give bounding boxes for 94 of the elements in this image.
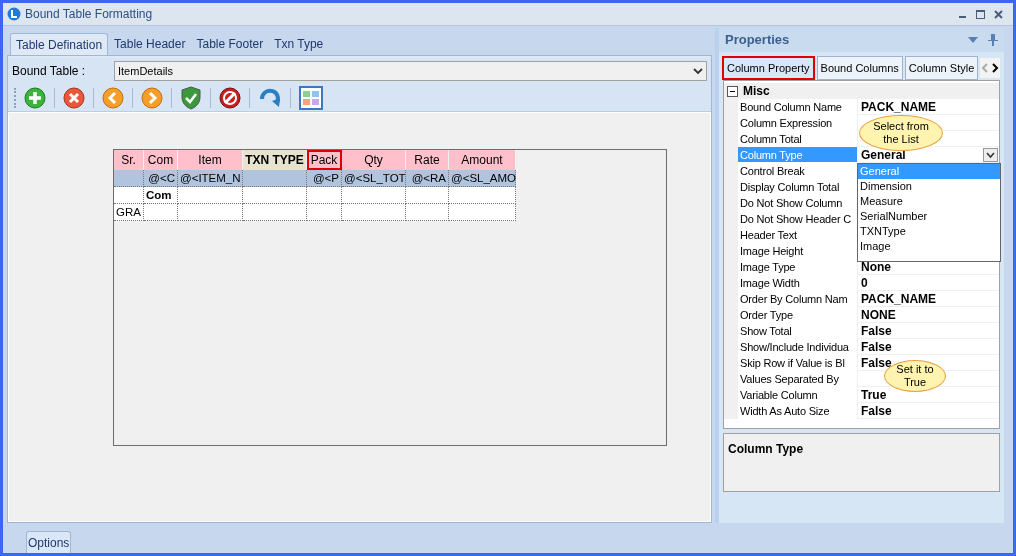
property-value: None xyxy=(860,258,891,276)
app-logo-icon xyxy=(7,7,21,21)
table-cell xyxy=(307,204,342,221)
table-cell: @<SL_AMO xyxy=(449,170,516,187)
tab[interactable]: Table Header xyxy=(109,33,191,55)
column-header[interactable]: Amount xyxy=(449,150,516,170)
property-value: NONE xyxy=(860,306,896,324)
table-cell xyxy=(178,204,243,221)
property-name[interactable]: Image Height xyxy=(738,243,857,259)
property-name[interactable]: Control Break xyxy=(738,163,857,179)
property-value: PACK_NAME xyxy=(860,290,937,308)
dropdown-option[interactable]: Image xyxy=(858,239,1000,254)
property-name[interactable]: Values Separated By xyxy=(738,371,857,387)
property-value: PACK_NAME xyxy=(860,98,937,116)
description-title: Column Type xyxy=(728,442,804,456)
table-cell: @<ITEM_N xyxy=(178,170,243,187)
column-header[interactable]: Sr. xyxy=(114,150,144,170)
property-value: False xyxy=(860,338,892,356)
column-header[interactable]: Rate xyxy=(406,150,449,170)
dropdown-option[interactable]: TXNType xyxy=(858,224,1000,239)
column-header[interactable]: Item xyxy=(178,150,243,170)
property-name[interactable]: Bound Column Name xyxy=(738,99,857,115)
table-cell xyxy=(243,204,307,221)
bound-table-select[interactable]: ItemDetails xyxy=(114,61,707,81)
column-header[interactable]: Com xyxy=(144,150,178,170)
property-name[interactable]: Order By Column Nam xyxy=(738,291,857,307)
table-cell xyxy=(342,204,406,221)
delete-icon[interactable] xyxy=(63,86,85,109)
table-cell: @<SL_TOT xyxy=(342,170,406,187)
panel-tab[interactable]: Bound Columns xyxy=(816,56,903,80)
field-label: Bound Table : xyxy=(12,63,87,80)
table-cell: Com xyxy=(144,187,178,204)
dropdown-button-icon[interactable] xyxy=(983,147,998,162)
category-label: Misc xyxy=(743,83,770,100)
refresh-icon[interactable] xyxy=(258,86,282,109)
property-name[interactable]: Show Total xyxy=(738,323,857,339)
property-name[interactable]: Show/Include Individua xyxy=(738,339,857,355)
dropdown-option[interactable]: SerialNumber xyxy=(858,209,1000,224)
property-value: False xyxy=(860,322,892,340)
shield-check-icon[interactable] xyxy=(180,85,202,110)
table-cell xyxy=(243,170,307,187)
panel-title: Properties xyxy=(725,31,790,50)
maximize-icon[interactable] xyxy=(976,9,985,19)
table-cell xyxy=(406,187,449,204)
property-value: 0 xyxy=(860,274,868,292)
dropdown-arrow-icon[interactable] xyxy=(968,37,978,43)
table-cell: GRA xyxy=(114,204,144,221)
property-name[interactable]: Column Total xyxy=(738,131,857,147)
property-name[interactable]: Order Type xyxy=(738,307,857,323)
arrow-left-icon[interactable] xyxy=(102,86,124,109)
table-cell xyxy=(178,187,243,204)
cancel-icon[interactable] xyxy=(219,86,241,109)
table-cell xyxy=(144,204,178,221)
panel-tab[interactable]: Column Style xyxy=(904,56,979,80)
table-cell xyxy=(406,204,449,221)
column-header[interactable]: TXN TYPE xyxy=(243,150,307,170)
property-name[interactable]: Header Text xyxy=(738,227,857,243)
property-value: False xyxy=(860,402,892,420)
property-name[interactable]: Do Not Show Column xyxy=(738,195,857,211)
table-cell: @<C xyxy=(144,170,178,187)
table-cell: @<RA xyxy=(406,170,449,187)
dropdown-option[interactable]: Dimension xyxy=(858,179,1000,194)
column-header[interactable]: Qty xyxy=(342,150,406,170)
chevron-right-icon[interactable] xyxy=(990,62,1001,74)
table-cell xyxy=(449,187,516,204)
tab[interactable]: Table Defination xyxy=(10,33,109,55)
dropdown-option[interactable]: Measure xyxy=(858,194,1000,209)
table-cell xyxy=(307,187,342,204)
property-name[interactable]: Column Expression xyxy=(738,115,857,131)
table-cell: @<P xyxy=(307,170,342,187)
table-cell xyxy=(342,187,406,204)
window-title: Bound Table Formatting xyxy=(25,6,153,23)
options-tab[interactable]: Options xyxy=(26,531,72,553)
property-name[interactable]: Skip Row if Value is Bl xyxy=(738,355,857,371)
add-icon[interactable] xyxy=(24,86,46,109)
close-icon[interactable] xyxy=(994,9,1003,19)
layout-icon[interactable] xyxy=(299,85,323,110)
property-name[interactable]: Width As Auto Size xyxy=(738,403,857,419)
arrow-right-icon[interactable] xyxy=(141,86,163,109)
table-cell xyxy=(449,204,516,221)
collapse-icon[interactable] xyxy=(727,85,738,97)
table-cell xyxy=(243,187,307,204)
panel-tab[interactable]: Column Property xyxy=(722,56,815,80)
property-value: True xyxy=(860,386,887,404)
pin-icon[interactable] xyxy=(988,34,998,46)
column-header[interactable]: Pack xyxy=(307,150,342,170)
property-name[interactable]: Variable Column xyxy=(738,387,857,403)
tab[interactable]: Txn Type xyxy=(269,33,329,55)
chevron-down-icon[interactable] xyxy=(693,67,703,75)
property-name[interactable]: Do Not Show Header C xyxy=(738,211,857,227)
property-name[interactable]: Display Column Total xyxy=(738,179,857,195)
tab[interactable]: Table Footer xyxy=(191,33,269,55)
property-name[interactable]: Image Type xyxy=(738,259,857,275)
property-name[interactable]: Image Width xyxy=(738,275,857,291)
